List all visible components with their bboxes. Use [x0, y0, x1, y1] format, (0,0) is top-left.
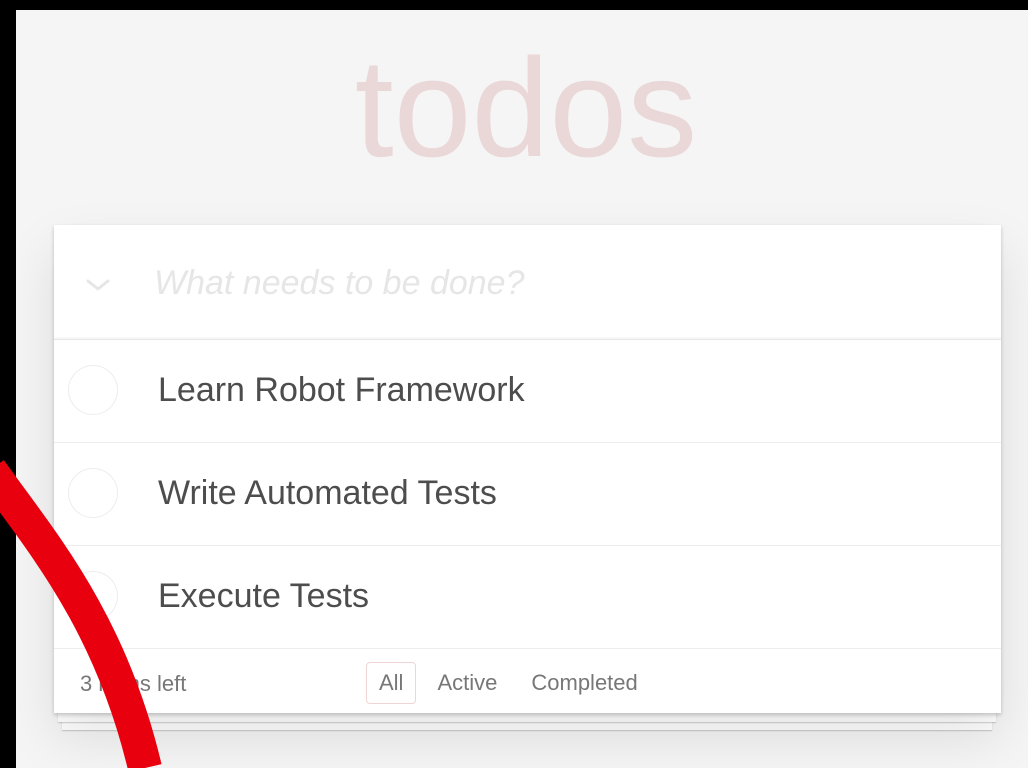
app-title: todos: [354, 29, 698, 186]
todo-toggle-checkbox[interactable]: [68, 468, 118, 518]
filter-active[interactable]: Active: [424, 662, 510, 704]
todo-label[interactable]: Write Automated Tests: [158, 471, 497, 515]
toggle-all-button[interactable]: [78, 265, 118, 305]
todo-list: Learn Robot Framework Write Automated Te…: [54, 340, 1001, 649]
screen-border-top: [0, 0, 1028, 10]
todo-toggle-checkbox[interactable]: [68, 365, 118, 415]
filters: All Active Completed: [366, 662, 659, 704]
filter-all[interactable]: All: [366, 662, 417, 704]
list-item: Execute Tests: [54, 546, 1001, 649]
todo-toggle-checkbox[interactable]: [68, 571, 118, 621]
filter-completed[interactable]: Completed: [518, 662, 650, 704]
list-item: Learn Robot Framework: [54, 340, 1001, 443]
todo-app: Learn Robot Framework Write Automated Te…: [54, 225, 1001, 713]
list-item: Write Automated Tests: [54, 443, 1001, 546]
todo-label[interactable]: Execute Tests: [158, 574, 369, 618]
chevron-down-icon: [86, 279, 110, 291]
todo-header: [54, 225, 1001, 340]
todo-label[interactable]: Learn Robot Framework: [158, 368, 525, 412]
todo-footer: 3 items left All Active Completed: [54, 649, 1001, 717]
new-todo-input[interactable]: [154, 253, 974, 313]
todo-count: 3 items left: [80, 671, 187, 696]
